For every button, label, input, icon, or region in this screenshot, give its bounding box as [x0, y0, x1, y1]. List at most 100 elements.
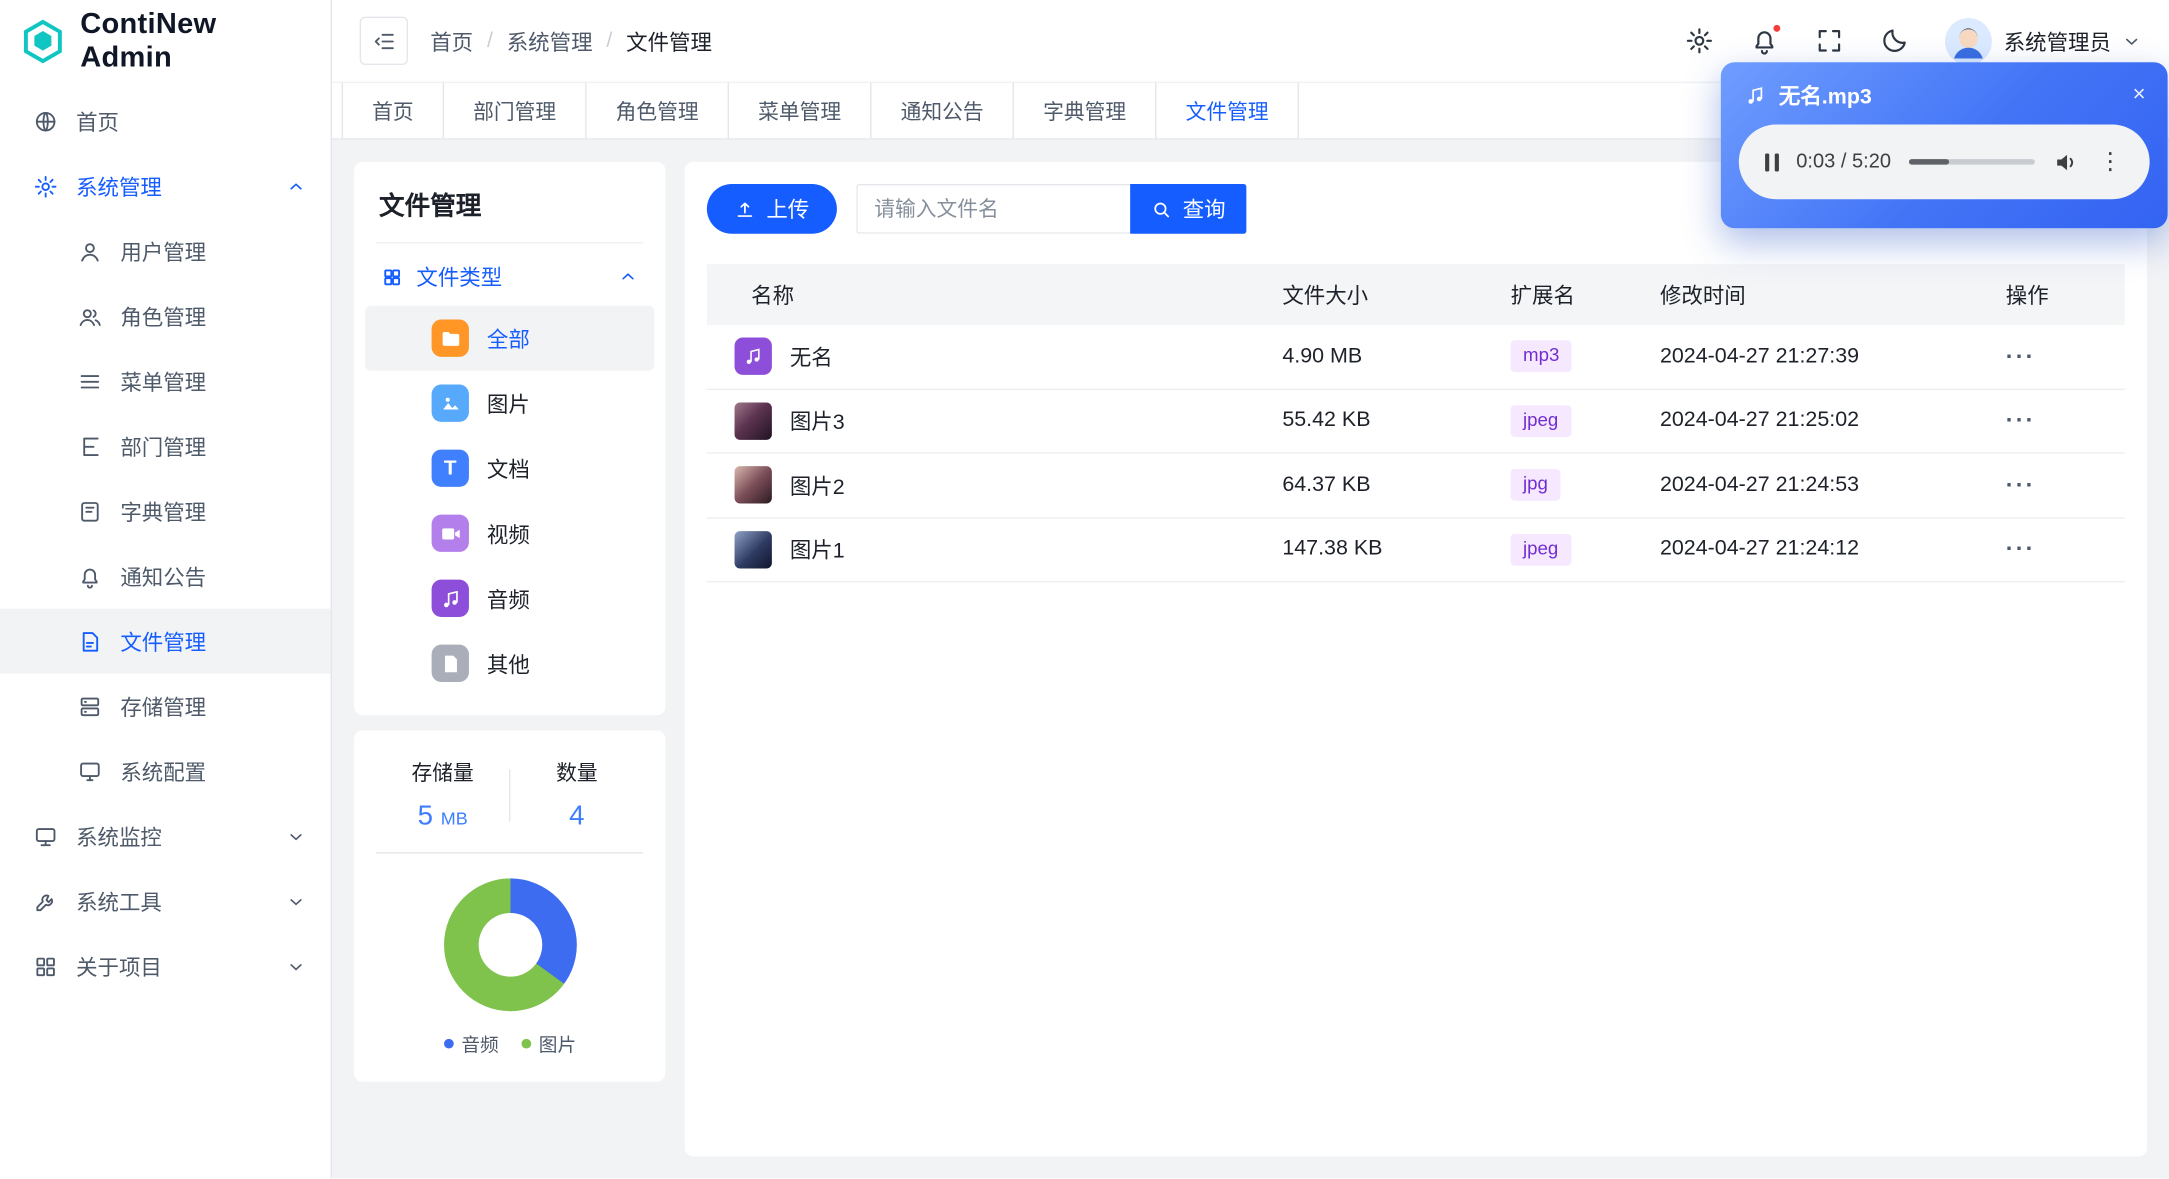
- row-actions-button[interactable]: ···: [2006, 407, 2036, 433]
- file-icon: [431, 644, 469, 682]
- image-thumbnail: [734, 402, 772, 440]
- audio-progress-bar[interactable]: [1908, 159, 2035, 165]
- username: 系统管理员: [2003, 31, 2111, 55]
- file-type-card: 文件管理 文件类型 全部 图片 T 文档 视频 音频 其他: [354, 161, 666, 716]
- file-modified: 2024-04-27 21:24:53: [1659, 472, 1860, 497]
- file-type-label: 其他: [486, 653, 530, 678]
- file-name[interactable]: 无名: [790, 341, 833, 371]
- apps-grid-icon: [382, 266, 403, 287]
- count-value: 4: [569, 800, 585, 832]
- image-icon: [431, 384, 469, 422]
- pause-button[interactable]: [1765, 152, 1779, 171]
- fullscreen-icon[interactable]: [1816, 26, 1846, 56]
- notification-bell-icon[interactable]: [1751, 22, 1783, 56]
- ext-badge: jpg: [1510, 469, 1561, 502]
- sidebar-group-label: 系统监控: [76, 826, 162, 851]
- sidebar-item-dept-mgmt[interactable]: 部门管理: [0, 414, 331, 479]
- audio-controls: 0:03 / 5:20 ⋮: [1738, 124, 2150, 200]
- wrench-icon: [33, 889, 58, 914]
- file-name[interactable]: 图片1: [790, 534, 845, 564]
- user-menu[interactable]: 系统管理员: [1945, 17, 2142, 65]
- close-icon[interactable]: ×: [2130, 84, 2148, 106]
- dark-mode-moon-icon[interactable]: [1881, 26, 1911, 56]
- file-name[interactable]: 图片3: [790, 406, 845, 436]
- sidebar-menu: 首页 系统管理 用户管理 角色管理 菜单管理 部门管理 字典管理 通知公告 文件…: [0, 83, 331, 999]
- sidebar-group-label: 关于项目: [76, 956, 162, 981]
- tab-dept-mgmt[interactable]: 部门管理: [444, 82, 587, 139]
- count-stat: 数量 4: [510, 758, 643, 833]
- settings-gear-icon[interactable]: [1686, 26, 1716, 56]
- sidebar-item-menu-mgmt[interactable]: 菜单管理: [0, 349, 331, 414]
- query-button[interactable]: 查询: [1130, 183, 1247, 234]
- upload-button[interactable]: 上传: [706, 183, 837, 234]
- filename-search-input[interactable]: [856, 183, 1131, 234]
- sidebar-item-label: 首页: [76, 111, 119, 135]
- app-root: ContiNew Admin 首页 系统管理 用户管理 角色管理 菜单管理 部门…: [0, 0, 2169, 1179]
- sidebar-group-about[interactable]: 关于项目: [0, 934, 331, 999]
- sidebar-group-monitor[interactable]: 系统监控: [0, 804, 331, 869]
- tab-home[interactable]: 首页: [341, 82, 445, 139]
- file-type-donut-chart: [443, 878, 577, 1012]
- sidebar-item-system-config[interactable]: 系统配置: [0, 739, 331, 804]
- sidebar-group-system[interactable]: 系统管理: [0, 154, 331, 219]
- sidebar-item-label: 存储管理: [120, 696, 207, 721]
- storage-stat: 存储量 5 MB: [376, 758, 509, 833]
- chevron-down-icon: [286, 957, 305, 976]
- sidebar-item-notice[interactable]: 通知公告: [0, 544, 331, 609]
- tree-icon: [77, 434, 102, 459]
- breadcrumb-system[interactable]: 系统管理: [507, 26, 593, 56]
- file-icon: [77, 629, 102, 654]
- tab-menu-mgmt[interactable]: 菜单管理: [729, 82, 872, 139]
- tab-dict-mgmt[interactable]: 字典管理: [1014, 82, 1157, 139]
- file-type-image[interactable]: 图片: [365, 371, 654, 436]
- sidebar-collapse-button[interactable]: [359, 16, 409, 66]
- sidebar-item-dict-mgmt[interactable]: 字典管理: [0, 479, 331, 544]
- file-type-audio[interactable]: 音频: [365, 566, 654, 631]
- audio-menu-icon[interactable]: ⋮: [2097, 148, 2123, 176]
- file-type-other[interactable]: 其他: [365, 631, 654, 696]
- tab-file-mgmt[interactable]: 文件管理: [1157, 82, 1300, 139]
- sidebar-group-label: 系统工具: [76, 891, 162, 916]
- sidebar-item-role-mgmt[interactable]: 角色管理: [0, 284, 331, 349]
- file-type-group-header[interactable]: 文件类型: [376, 243, 643, 305]
- file-type-document[interactable]: T 文档: [365, 436, 654, 501]
- file-type-video[interactable]: 视频: [365, 501, 654, 566]
- breadcrumb-separator: /: [606, 28, 613, 52]
- tab-notice[interactable]: 通知公告: [872, 82, 1015, 139]
- file-list-card: 上传 查询 名称 文件大小 扩展名 修改时: [684, 161, 2147, 1157]
- upload-icon: [737, 201, 753, 217]
- column-ext: 扩展名: [1510, 284, 1575, 309]
- legend-item-image: 图片: [520, 1029, 576, 1057]
- sidebar-group-tools[interactable]: 系统工具: [0, 869, 331, 934]
- audio-player: 无名.mp3 × 0:03 / 5:20 ⋮: [1720, 62, 2168, 229]
- stats-row: 存储量 5 MB 数量 4: [376, 753, 643, 853]
- table-row: 图片3 55.42 KB jpeg 2024-04-27 21:25:02 ··…: [706, 389, 2125, 454]
- tab-role-mgmt[interactable]: 角色管理: [587, 82, 730, 139]
- storage-icon: [77, 694, 102, 719]
- file-name[interactable]: 图片2: [790, 470, 845, 500]
- breadcrumb-home[interactable]: 首页: [430, 26, 473, 56]
- globe-icon: [33, 109, 58, 134]
- sidebar-group-label: 系统管理: [76, 176, 162, 200]
- sidebar-item-file-mgmt[interactable]: 文件管理: [0, 608, 331, 674]
- column-name: 名称: [751, 284, 795, 309]
- query-button-label: 查询: [1182, 199, 1226, 223]
- row-actions-button[interactable]: ···: [2006, 536, 2036, 562]
- row-actions-button[interactable]: ···: [2006, 343, 2036, 369]
- storage-value: 5: [417, 800, 434, 832]
- file-modified: 2024-04-27 21:24:12: [1659, 537, 1860, 561]
- audio-player-title: 无名.mp3: [1778, 85, 1872, 110]
- notification-dot: [1772, 22, 1783, 33]
- row-actions-button[interactable]: ···: [2006, 471, 2036, 497]
- logo[interactable]: ContiNew Admin: [0, 0, 331, 83]
- file-type-all[interactable]: 全部: [365, 305, 655, 371]
- volume-icon[interactable]: [2053, 149, 2079, 175]
- table-row: 图片1 147.38 KB jpeg 2024-04-27 21:24:12 ·…: [706, 518, 2125, 583]
- sidebar-item-user-mgmt[interactable]: 用户管理: [0, 219, 331, 284]
- ext-badge: jpeg: [1510, 405, 1571, 437]
- sidebar-item-storage-mgmt[interactable]: 存储管理: [0, 674, 331, 739]
- ext-badge: mp3: [1510, 340, 1572, 373]
- breadcrumb: 首页 / 系统管理 / 文件管理: [430, 26, 712, 56]
- sidebar-item-home[interactable]: 首页: [0, 89, 331, 154]
- legend-dot: [443, 1038, 454, 1048]
